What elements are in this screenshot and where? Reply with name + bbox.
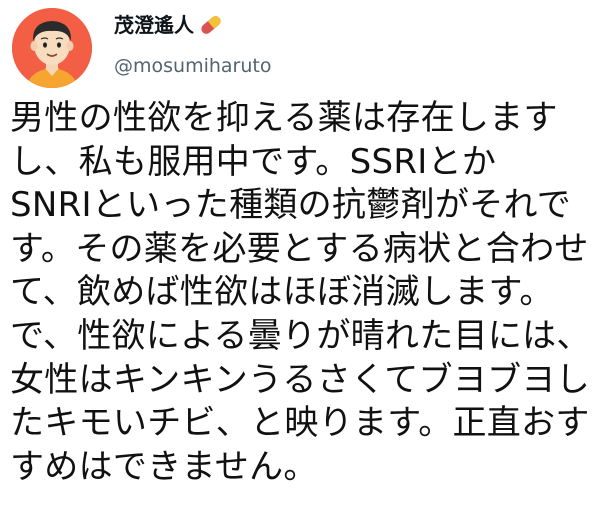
tweet-line: すめはできません。 — [10, 446, 318, 487]
user-handle[interactable]: @mosumiharuto — [114, 54, 271, 78]
avatar[interactable] — [12, 8, 92, 88]
tweet-line: たキモいチビ、と映ります。正直おす — [10, 403, 590, 444]
tweet-header: 茂澄遙人 @mosumiharuto — [8, 4, 598, 96]
tweet-line: 女性はキンキンうるさくてブヨブヨし — [10, 359, 591, 400]
tweet-line: で、性欲による曇りが晴れた目には、 — [10, 315, 591, 356]
tweet-line: し、私も服用中です。SSRIとか — [10, 141, 497, 182]
tweet-text: 男性の性欲を抑える薬は存在します し、私も服用中です。SSRIとか SNRIとい… — [10, 97, 600, 489]
pill-icon — [201, 16, 221, 34]
cartoon-avatar-icon — [12, 8, 92, 88]
tweet-line: す。その薬を必要とする病状と合わせ — [10, 228, 589, 269]
name-row: 茂澄遙人 — [114, 12, 224, 38]
tweet-line: SNRIといった種類の抗鬱剤がそれで — [10, 185, 572, 226]
display-name[interactable]: 茂澄遙人 — [114, 12, 194, 38]
tweet-line: 男性の性欲を抑える薬は存在します — [10, 98, 558, 138]
tweet-line: て、飲めば性欲はほぼ消滅します。 — [10, 272, 554, 313]
